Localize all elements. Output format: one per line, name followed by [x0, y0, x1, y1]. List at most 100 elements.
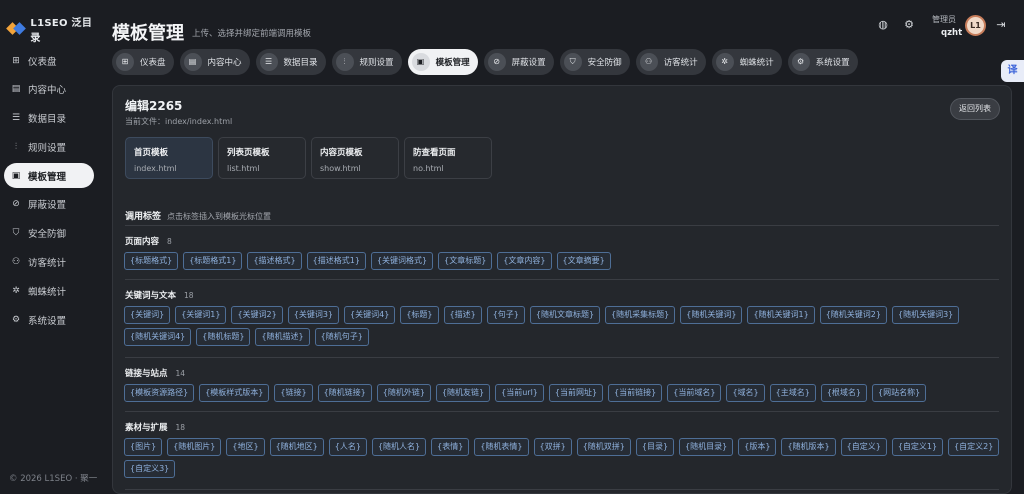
tag-chip[interactable]: {文章标题}	[438, 252, 493, 270]
tag-chip[interactable]: {主域名}	[769, 384, 816, 402]
sidebar-item-spiders[interactable]: ✲ 蜘蛛统计	[4, 278, 94, 303]
tag-chip[interactable]: {随机文章标题}	[529, 306, 601, 324]
sidebar-item-block[interactable]: ⊘ 屏蔽设置	[4, 192, 94, 217]
tag-chip[interactable]: {关键词2}	[231, 306, 283, 324]
tag-chip[interactable]: {域名}	[726, 384, 765, 402]
sidebar-item-templates[interactable]: ▣ 模板管理	[4, 163, 94, 189]
section-title: 页面内容 8	[125, 237, 172, 247]
tag-chip[interactable]: {人名}	[328, 438, 367, 456]
tab-rules[interactable]: ⫶ 规则设置	[331, 49, 402, 75]
tab-content[interactable]: ▤ 内容中心	[179, 49, 250, 75]
template-card-show[interactable]: 内容页模板 show.html	[311, 137, 399, 179]
tag-chip[interactable]: {关键词3}	[287, 306, 340, 324]
tag-chip[interactable]: {关键词4}	[344, 306, 396, 324]
sidebar-item-label: 访客统计	[28, 258, 67, 270]
brand-name: L1SEO 泛目录	[30, 18, 93, 44]
tab-spiders[interactable]: ✲ 蜘蛛统计	[711, 49, 782, 75]
sidebar-item-data-catalog[interactable]: ☰ 数据目录	[4, 106, 94, 131]
tag-chip[interactable]: {版本}	[738, 438, 777, 456]
sidebar-item-security[interactable]: ⛉ 安全防御	[4, 221, 94, 246]
current-file: 当前文件：index/index.html	[125, 117, 233, 126]
tag-chip[interactable]: {标题格式}	[124, 252, 179, 270]
section-count: 8	[167, 237, 172, 246]
sidebar-item-dashboard[interactable]: ⊞ 仪表盘	[4, 48, 94, 73]
sidebar-item-settings[interactable]: ⚙ 系统设置	[4, 307, 94, 332]
translate-button[interactable]: 译	[1001, 60, 1024, 82]
tag-chip[interactable]: {链接}	[274, 384, 313, 402]
tag-chip[interactable]: {随机关键词3}	[892, 306, 960, 324]
tag-chip[interactable]: {标题}	[400, 306, 439, 324]
tag-chip[interactable]: {随机采集标题}	[605, 306, 676, 324]
tag-chip[interactable]: {网站名称}	[872, 384, 927, 402]
tab-label: 内容中心	[207, 58, 242, 68]
tag-chip[interactable]: {根域名}	[820, 384, 868, 402]
editor-title: 编辑2265	[125, 99, 183, 113]
tab-block[interactable]: ⊘ 屏蔽设置	[483, 49, 554, 75]
sidebar-item-rules[interactable]: ⫶ 规则设置	[4, 134, 94, 159]
tag-chip[interactable]: {文章内容}	[497, 252, 552, 270]
tag-chip[interactable]: {描述格式1}	[306, 252, 366, 270]
tag-chip[interactable]: {当前网址}	[548, 384, 604, 402]
tag-chip[interactable]: {随机地区}	[269, 438, 324, 456]
tag-chip[interactable]: {关键词}	[124, 306, 171, 324]
tag-chip[interactable]: {随机链接}	[317, 384, 372, 402]
tag-chip[interactable]: {目录}	[635, 438, 675, 456]
tag-chip[interactable]: {描述格式}	[247, 252, 302, 270]
tag-chip[interactable]: {关键词格式}	[370, 252, 434, 270]
sidebar-item-label: 安全防御	[28, 229, 67, 241]
tag-chip[interactable]: {双拼}	[533, 438, 572, 456]
tab-data-catalog[interactable]: ☰ 数据目录	[255, 49, 326, 75]
sidebar-item-visitors[interactable]: ⚇ 访客统计	[4, 250, 94, 275]
tag-chip[interactable]: {随机目录}	[679, 438, 734, 456]
tag-chip[interactable]: {描述}	[443, 306, 482, 324]
gear-icon[interactable]: ⚙	[902, 18, 916, 32]
tag-chip[interactable]: {随机版本}	[781, 438, 836, 456]
tag-chip[interactable]: {自定义1}	[891, 438, 944, 456]
sidebar-item-content[interactable]: ▤ 内容中心	[4, 77, 94, 102]
tag-chip[interactable]: {随机关键词1}	[747, 306, 815, 324]
tag-chip[interactable]: {随机友链}	[435, 384, 491, 402]
tag-chip[interactable]: {当前url}	[495, 384, 544, 402]
tag-chip[interactable]: {表情}	[431, 438, 470, 456]
tag-chip[interactable]: {文章摘要}	[556, 252, 611, 270]
tag-chip[interactable]: {自定义3}	[124, 460, 176, 478]
tag-chip[interactable]: {随机句子}	[314, 328, 369, 346]
sidebar-item-label: 系统设置	[28, 315, 67, 327]
tag-chip[interactable]: {随机关键词}	[680, 306, 743, 324]
template-icon: ▣	[411, 53, 430, 71]
tag-chip[interactable]: {关键词1}	[175, 306, 227, 324]
globe-icon[interactable]: ◍	[876, 18, 890, 32]
avatar[interactable]: L1	[965, 15, 986, 36]
tag-chip[interactable]: {当前链接}	[608, 384, 663, 402]
template-card-list[interactable]: 列表页模板 list.html	[218, 137, 306, 179]
tag-chip[interactable]: {模板样式版本}	[199, 384, 270, 402]
tag-chip[interactable]: {当前域名}	[667, 384, 722, 402]
tag-chip[interactable]: {随机描述}	[255, 328, 310, 346]
tag-chip[interactable]: {随机双拼}	[576, 438, 631, 456]
tab-security[interactable]: ⛉ 安全防御	[559, 49, 630, 75]
tag-chip[interactable]: {随机关键词4}	[124, 328, 192, 346]
tab-label: 模板管理	[435, 58, 470, 68]
tag-chip[interactable]: {随机表情}	[474, 438, 529, 456]
template-card-index[interactable]: 首页模板 index.html	[125, 137, 213, 179]
tag-chip[interactable]: {随机人名}	[371, 438, 427, 456]
tab-dashboard[interactable]: ⊞ 仪表盘	[112, 49, 174, 75]
template-card-no[interactable]: 防查看页面 no.html	[404, 137, 492, 179]
tab-visitors[interactable]: ⚇ 访客统计	[635, 49, 706, 75]
tag-chip[interactable]: {图片}	[124, 438, 163, 456]
tag-chip[interactable]: {随机外链}	[376, 384, 431, 402]
tag-chip[interactable]: {随机图片}	[167, 438, 222, 456]
tag-chip[interactable]: {句子}	[486, 306, 525, 324]
brand[interactable]: L1SEO 泛目录	[6, 14, 100, 44]
tag-chip[interactable]: {标题格式1}	[183, 252, 243, 270]
logout-icon[interactable]: ⇥	[994, 18, 1008, 32]
tag-chip[interactable]: {随机标题}	[196, 328, 251, 346]
back-to-list-button[interactable]: 返回列表	[950, 98, 1000, 120]
tab-templates[interactable]: ▣ 模板管理	[407, 49, 478, 75]
tag-chip[interactable]: {模板资源路径}	[124, 384, 195, 402]
tag-chip[interactable]: {地区}	[226, 438, 265, 456]
tag-chip[interactable]: {自定义}	[840, 438, 887, 456]
tag-chip[interactable]: {随机关键词2}	[819, 306, 887, 324]
tab-settings[interactable]: ⚙ 系统设置	[787, 49, 858, 75]
tag-chip[interactable]: {自定义2}	[948, 438, 1000, 456]
